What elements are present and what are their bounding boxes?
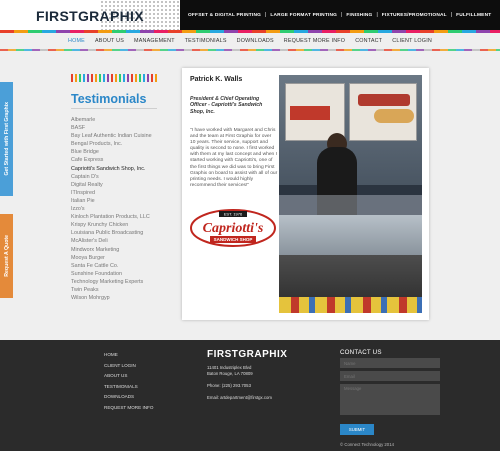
service-link-offset[interactable]: OFFSET & DIGITAL PRINTING	[188, 13, 261, 18]
client-item[interactable]: Kinloch Plantation Products, LLC	[71, 213, 152, 221]
footer-link-about-us[interactable]: ABOUT US	[104, 371, 153, 382]
client-item[interactable]: Bengal Products, Inc.	[71, 140, 152, 148]
testimonial-quote: "I have worked with Margaret and Chris a…	[190, 128, 278, 188]
footer-link-downloads[interactable]: DOWNLOADS	[104, 392, 153, 403]
separator: |	[265, 12, 267, 18]
client-item[interactable]: Krispy Krunchy Chicken	[71, 221, 152, 229]
site-footer: HOME CLIENT LOGIN ABOUT US TESTIMONIALS …	[0, 340, 500, 451]
client-item[interactable]: Italian Pie	[71, 197, 152, 205]
footer-phone: Phone: (225) 293.7053	[207, 383, 251, 388]
client-item[interactable]: Bay Leaf Authentic Indian Cuisine	[71, 132, 152, 140]
service-link-finishing[interactable]: FINISHING	[346, 13, 372, 18]
main-nav: HOME ABOUT US MANAGEMENT TESTIMONIALS DO…	[0, 33, 500, 49]
client-item[interactable]: BASF	[71, 124, 152, 132]
testimonial-card: Patrick K. Walls President & Chief Opera…	[182, 68, 429, 320]
footer-email[interactable]: Email: artdepartment@firstgx.com	[207, 395, 272, 400]
submit-button[interactable]: SUBMIT	[340, 424, 374, 435]
contact-title: CONTACT US	[340, 349, 382, 356]
decorative-stripes	[71, 74, 157, 82]
testimonial-photo	[279, 75, 422, 313]
client-item[interactable]: Albemarle	[71, 116, 152, 124]
client-item[interactable]: Mooya Burger	[71, 254, 152, 262]
service-link-large-format[interactable]: LARGE FORMAT PRINTING	[270, 13, 337, 18]
address-line-2: Baton Rouge, LA 70809	[207, 371, 253, 376]
nav-contact[interactable]: CONTACT	[355, 38, 382, 44]
nav-testimonials[interactable]: TESTIMONIALS	[185, 38, 227, 44]
client-item[interactable]: Mindworx Marketing	[71, 246, 152, 254]
nav-home[interactable]: HOME	[68, 38, 85, 44]
copyright: © Connect Technology 2014	[340, 442, 394, 447]
client-item[interactable]: Twin Peaks	[71, 286, 152, 294]
nav-color-stripe	[0, 49, 500, 51]
footer-links: HOME CLIENT LOGIN ABOUT US TESTIMONIALS …	[104, 350, 153, 413]
site-header: FIRSTGRAPHIX OFFSET & DIGITAL PRINTING |…	[0, 0, 500, 30]
client-item[interactable]: Technology Marketing Experts	[71, 278, 152, 286]
get-started-tab[interactable]: Get Started with First Graphix	[0, 82, 13, 196]
request-quote-label: Request A Quote	[3, 235, 10, 277]
title-divider	[71, 108, 157, 109]
client-item[interactable]: ITInspired	[71, 189, 152, 197]
separator: |	[450, 12, 453, 18]
client-item[interactable]: Louisiana Public Broadcasting	[71, 229, 152, 237]
footer-link-request-more-info[interactable]: REQUEST MORE INFO	[104, 403, 153, 414]
service-link-fixtures[interactable]: FIXTURES/PROMOTIONAL	[382, 13, 447, 18]
testimonial-name: Patrick K. Walls	[190, 76, 243, 83]
client-item[interactable]: Izzo's	[71, 205, 152, 213]
nav-client-login[interactable]: CLIENT LOGIN	[392, 38, 432, 44]
client-item[interactable]: McAlister's Deli	[71, 237, 152, 245]
footer-link-client-login[interactable]: CLIENT LOGIN	[104, 361, 153, 372]
client-item[interactable]: Wilson Mohrgyp	[71, 294, 152, 302]
separator: |	[341, 12, 343, 18]
testimonial-role: President & Chief Operating Officer - Ca…	[190, 96, 263, 115]
footer-link-testimonials[interactable]: TESTIMONIALS	[104, 382, 153, 393]
page-title: Testimonials	[71, 92, 147, 106]
client-item[interactable]: Santa Fe Cattle Co.	[71, 262, 152, 270]
service-link-fulfillment[interactable]: FULFILLMENT	[456, 13, 491, 18]
logo-main-text: Capriotti's	[203, 221, 264, 236]
request-quote-tab[interactable]: Request A Quote	[0, 214, 13, 298]
service-bar: OFFSET & DIGITAL PRINTING | LARGE FORMAT…	[180, 0, 500, 30]
nav-request-more-info[interactable]: REQUEST MORE INFO	[284, 38, 345, 44]
capriottis-logo: EST. 1976 Capriotti's SANDWICH SHOP	[190, 209, 276, 247]
separator: |	[376, 12, 378, 18]
client-item[interactable]: Captain D's	[71, 173, 152, 181]
nav-management[interactable]: MANAGEMENT	[134, 38, 175, 44]
client-item[interactable]: Cafe Express	[71, 156, 152, 164]
nav-about-us[interactable]: ABOUT US	[95, 38, 124, 44]
client-item[interactable]: Sunshine Foundation	[71, 270, 152, 278]
get-started-label: Get Started with First Graphix	[3, 102, 10, 176]
contact-email-input[interactable]	[340, 371, 440, 381]
client-item[interactable]: Blue Bridge	[71, 148, 152, 156]
footer-logo: FIRSTGRAPHIX	[207, 349, 288, 360]
client-list: Albemarle BASF Bay Leaf Authentic Indian…	[71, 116, 152, 302]
contact-message-input[interactable]	[340, 384, 440, 415]
footer-link-home[interactable]: HOME	[104, 350, 153, 361]
client-item[interactable]: Digital Realty	[71, 181, 152, 189]
logo-text: FIRSTGRAPHIX	[36, 8, 144, 24]
nav-downloads[interactable]: DOWNLOADS	[237, 38, 274, 44]
logo-sub-text: SANDWICH SHOP	[214, 237, 253, 242]
logo-est-text: EST. 1976	[224, 212, 243, 217]
logo[interactable]: FIRSTGRAPHIX	[0, 0, 180, 30]
contact-name-input[interactable]	[340, 358, 440, 368]
client-item-current[interactable]: Capriotti's Sandwich Shop, Inc.	[71, 165, 152, 173]
footer-address: 11401 Industriplex Blvd Baton Rouge, LA …	[207, 365, 253, 377]
